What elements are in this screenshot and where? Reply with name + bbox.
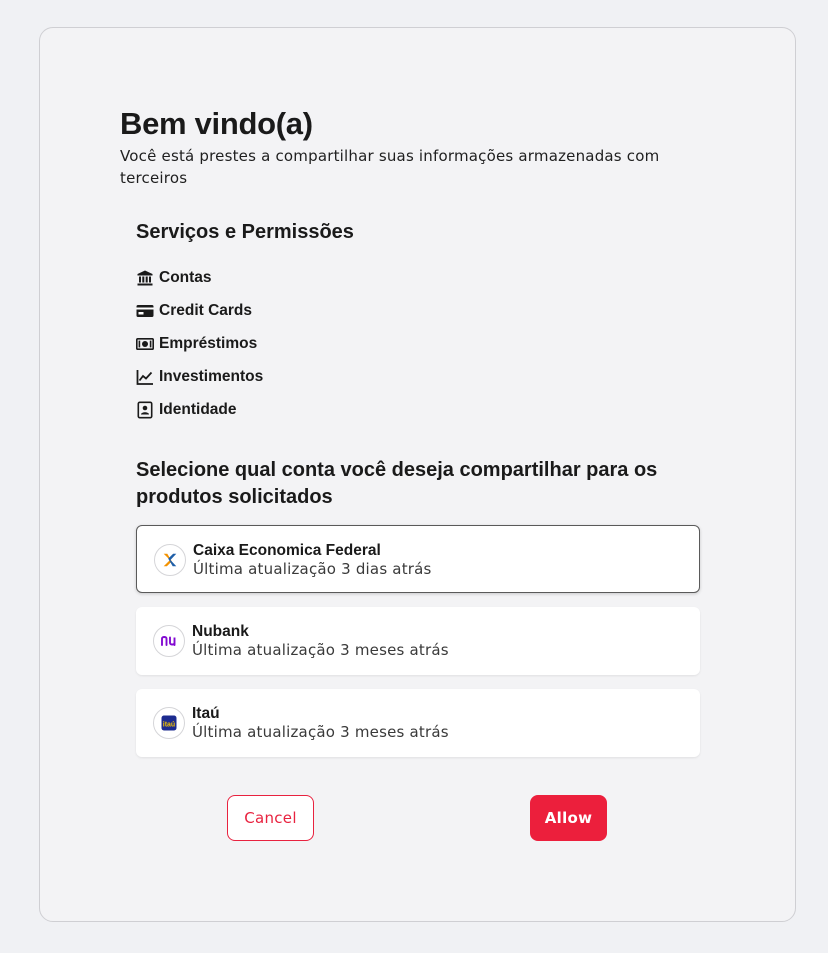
consent-card: Bem vindo(a) Você está prestes a compart… — [39, 27, 796, 922]
chart-line-icon — [136, 368, 154, 386]
permission-label: Investimentos — [159, 367, 264, 385]
permission-item-contas: Contas — [136, 261, 263, 294]
permission-item-credit-cards: Credit Cards — [136, 294, 263, 327]
account-updated: Última atualização 3 meses atrás — [192, 723, 449, 741]
bank-icon — [136, 269, 154, 287]
account-name: Nubank — [192, 623, 249, 640]
account-updated: Última atualização 3 dias atrás — [193, 560, 432, 578]
account-option-caixa[interactable]: Caixa Economica Federal Última atualizaç… — [136, 525, 700, 593]
permission-item-investimentos: Investimentos — [136, 360, 263, 393]
itau-logo: itaú — [153, 707, 185, 739]
account-name: Itaú — [192, 705, 220, 722]
permission-label: Identidade — [159, 400, 237, 418]
cancel-button[interactable]: Cancel — [227, 795, 314, 841]
permission-label: Credit Cards — [159, 301, 253, 319]
svg-text:itaú: itaú — [163, 721, 175, 728]
account-name: Caixa Economica Federal — [193, 542, 381, 559]
account-list: Caixa Economica Federal Última atualizaç… — [136, 525, 700, 771]
allow-button[interactable]: Allow — [530, 795, 607, 841]
permission-label: Empréstimos — [159, 334, 258, 352]
permissions-list: Contas Credit Cards Empréstimos Investim… — [136, 261, 263, 426]
account-option-itau[interactable]: itaú Itaú Última atualização 3 meses atr… — [136, 689, 700, 757]
permission-item-identidade: Identidade — [136, 393, 263, 426]
nubank-logo — [153, 625, 185, 657]
permission-item-emprestimos: Empréstimos — [136, 327, 263, 360]
credit-card-icon — [136, 302, 154, 320]
page-subtitle: Você está prestes a compartilhar suas in… — [120, 147, 660, 187]
money-bill-icon — [136, 335, 154, 353]
page-title: Bem vindo(a) — [120, 106, 313, 141]
permission-label: Contas — [159, 268, 212, 286]
account-select-title: Selecione qual conta você deseja compart… — [136, 459, 658, 508]
permissions-title: Serviços e Permissões — [136, 221, 354, 243]
caixa-logo — [154, 544, 186, 576]
account-option-nubank[interactable]: Nubank Última atualização 3 meses atrás — [136, 607, 700, 675]
id-card-icon — [136, 400, 154, 419]
account-updated: Última atualização 3 meses atrás — [192, 641, 449, 659]
